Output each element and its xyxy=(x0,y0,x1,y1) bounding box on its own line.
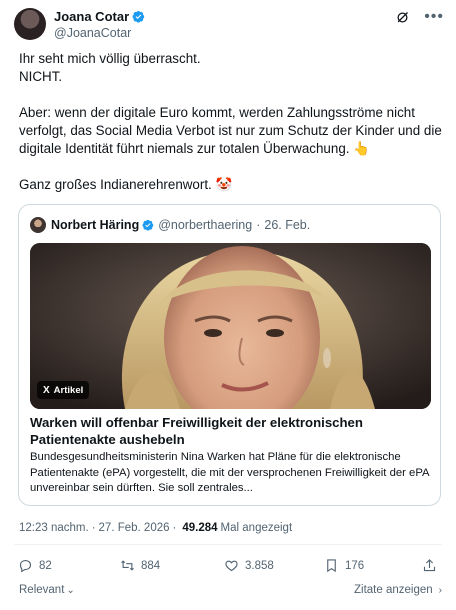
tweet-text-line-3: Aber: wenn der digitale Euro kommt, werd… xyxy=(19,105,442,156)
tweet-date[interactable]: 27. Feb. 2026 xyxy=(99,522,170,534)
view-count: 49.284 xyxy=(182,522,218,534)
article-badge: X Artikel xyxy=(37,381,90,399)
bookmark-icon xyxy=(327,559,336,573)
tweet-header: Joana Cotar @JoanaCotar ••• xyxy=(14,8,444,42)
share-icon xyxy=(423,559,436,572)
article-photo xyxy=(30,243,431,409)
tweet-text: Ihr seht mich völlig überrascht. NICHT. … xyxy=(19,50,442,194)
repost-button[interactable]: 884 xyxy=(120,558,160,573)
tweet-text-line-2: NICHT. xyxy=(19,69,63,84)
meta-separator-2: · xyxy=(172,522,177,534)
quoted-tweet-header: Norbert Häring @norberthaering · 26. Feb… xyxy=(30,216,310,234)
article-title[interactable]: Warken will offenbar Freiwilligkeit der … xyxy=(30,414,429,448)
repost-icon xyxy=(121,560,134,571)
sort-relevant-dropdown[interactable]: Relevant ⌄ xyxy=(19,584,75,596)
repost-count: 884 xyxy=(141,559,161,572)
author-name-row: Joana Cotar xyxy=(54,8,145,25)
reply-icon xyxy=(19,559,32,573)
quoted-separator: · xyxy=(256,218,261,232)
bookmark-button[interactable]: 176 xyxy=(324,558,364,573)
quoted-date[interactable]: 26. Feb. xyxy=(264,218,310,232)
article-image[interactable]: X Artikel xyxy=(30,243,431,409)
tweet-time[interactable]: 12:23 nachm. xyxy=(19,522,89,534)
author-name[interactable]: Joana Cotar xyxy=(54,9,129,24)
view-count-label: Mal angezeigt xyxy=(220,522,293,534)
divider xyxy=(14,544,442,545)
bookmark-count: 176 xyxy=(345,559,365,572)
view-quotes-link[interactable]: Zitate anzeigen › xyxy=(354,584,442,596)
chevron-right-icon: › xyxy=(438,584,442,596)
action-bar: 82 884 3.858 176 xyxy=(18,558,438,576)
author-handle[interactable]: @JoanaCotar xyxy=(54,26,145,40)
article-description: Bundesgesundheitsministerin Nina Warken … xyxy=(30,451,429,494)
heart-icon xyxy=(225,560,238,572)
tweet-text-line-4: Ganz großes Indianerehrenwort. 🤡 xyxy=(19,177,233,192)
quoted-tweet-card[interactable]: Norbert Häring @norberthaering · 26. Feb… xyxy=(18,204,441,506)
share-button[interactable] xyxy=(422,558,437,573)
author-avatar[interactable] xyxy=(14,8,46,40)
quoted-author-handle[interactable]: @norberthaering xyxy=(158,218,252,232)
tweet: Joana Cotar @JoanaCotar ••• Ihr seht mic… xyxy=(0,0,456,610)
meta-separator: · xyxy=(91,522,96,534)
header-actions: ••• xyxy=(395,8,444,26)
like-count: 3.858 xyxy=(245,559,274,572)
tweet-meta: 12:23 nachm. · 27. Feb. 2026 · 49.284 Ma… xyxy=(19,522,292,534)
author-names: Joana Cotar @JoanaCotar xyxy=(54,8,145,40)
reply-count: 82 xyxy=(39,559,52,572)
tweet-text-line-1: Ihr seht mich völlig überrascht. xyxy=(19,51,201,66)
reply-button[interactable]: 82 xyxy=(18,558,52,573)
more-icon[interactable]: ••• xyxy=(424,9,444,25)
chevron-down-icon: ⌄ xyxy=(66,584,75,596)
quoted-author-name[interactable]: Norbert Häring xyxy=(51,218,139,232)
article-badge-label: Artikel xyxy=(53,384,84,396)
verified-badge-icon xyxy=(142,219,154,231)
quoted-author-avatar[interactable] xyxy=(30,217,46,233)
sort-label: Relevant xyxy=(19,584,65,596)
x-logo-icon: X xyxy=(43,384,50,396)
like-button[interactable]: 3.858 xyxy=(224,558,274,573)
quotes-label: Zitate anzeigen xyxy=(354,584,433,596)
grok-icon[interactable] xyxy=(395,10,410,25)
bottom-bar: Relevant ⌄ Zitate anzeigen › xyxy=(19,584,442,600)
verified-badge-icon xyxy=(132,10,145,23)
